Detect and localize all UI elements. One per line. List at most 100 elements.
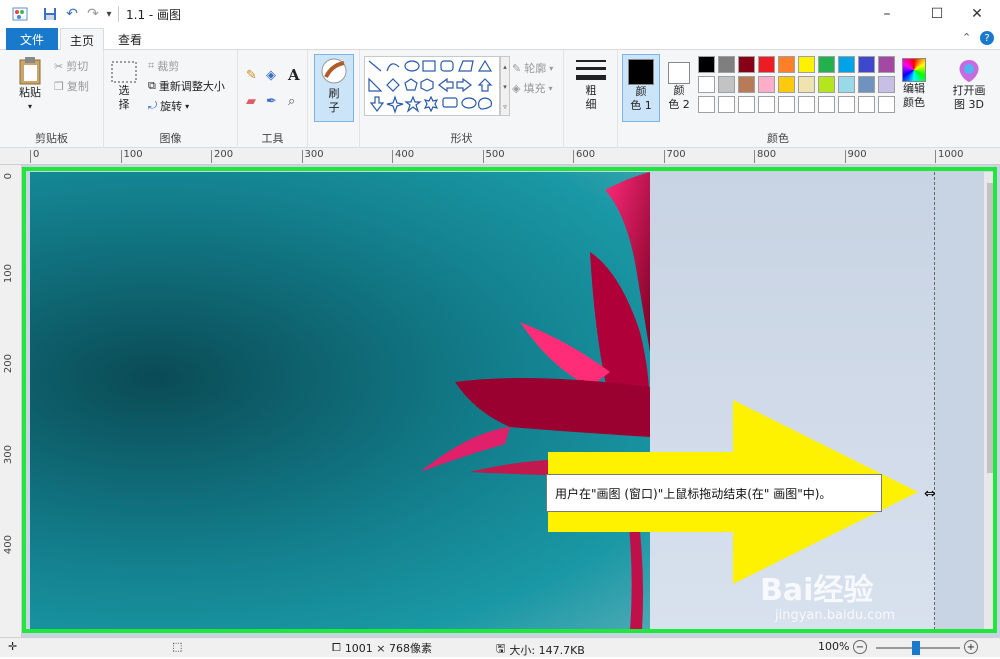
color-swatch[interactable] [818, 56, 835, 73]
paste-label: 粘贴 [19, 86, 41, 99]
zoom-level: 100% [818, 640, 850, 653]
color-swatch[interactable] [738, 56, 755, 73]
pencil-icon[interactable]: ✎ [246, 68, 257, 83]
cursor-position-icon: ✛ [8, 640, 18, 653]
group-brush: 刷 子 [308, 50, 360, 148]
copy-button[interactable]: ❐ 复制 [54, 78, 89, 94]
color-swatch[interactable] [778, 76, 795, 93]
color-swatch[interactable] [738, 76, 755, 93]
color-picker-icon[interactable]: ✒ [266, 94, 277, 109]
vertical-scrollbar-thumb[interactable] [987, 183, 996, 473]
color-swatch[interactable] [698, 56, 715, 73]
color-swatch[interactable] [758, 76, 775, 93]
color-swatch[interactable] [878, 96, 895, 113]
outline-button[interactable]: ✎ 轮廓 ▾ [512, 60, 553, 76]
select-button[interactable]: 选 择 [108, 60, 140, 112]
color2-button[interactable]: 颜 色 2 [664, 54, 694, 112]
undo-icon[interactable]: ↶ [62, 5, 82, 23]
image-dimensions-text: 1001 × 768像素 [344, 642, 433, 655]
redo-icon[interactable]: ↷ [84, 5, 102, 23]
select-label-1: 选 [118, 84, 130, 97]
group-clipboard: 粘贴 ▾ ✂ 剪切 ❐ 复制 剪贴板 [0, 50, 104, 148]
brush-icon [321, 58, 347, 84]
ribbon: 粘贴 ▾ ✂ 剪切 ❐ 复制 剪贴板 选 择 ⌗ 裁剪 ⧉ 重新调整大小 ⤾ 旋… [0, 50, 1000, 148]
color-swatch[interactable] [698, 76, 715, 93]
ruler-tick: 100 [3, 263, 14, 283]
rotate-button[interactable]: ⤾ 旋转 ▾ [148, 98, 189, 114]
color-swatch[interactable] [758, 96, 775, 113]
paint3d-label-1: 打开画 [952, 84, 986, 97]
shapes-icons [368, 59, 493, 114]
file-size: 🖫 大小: 147.7KB [496, 640, 585, 659]
ruler-tick: 400 [3, 535, 14, 555]
color-swatch[interactable] [818, 76, 835, 93]
magnifier-icon[interactable]: ⌕ [288, 94, 295, 109]
zoom-in-button[interactable]: + [964, 640, 978, 654]
color-swatch[interactable] [838, 96, 855, 113]
fill-button[interactable]: ◈ 填充 ▾ [512, 80, 552, 96]
action-tooltip: 用户在"画图 (窗口)"上鼠标拖动结束(在" 画图"中)。 [546, 474, 882, 512]
zoom-out-button[interactable]: − [853, 640, 867, 654]
cut-button[interactable]: ✂ 剪切 [54, 58, 88, 74]
color-swatch[interactable] [758, 56, 775, 73]
open-paint3d-button[interactable]: 打开画 图 3D [944, 58, 994, 112]
window-title: 1.1 - 画图 [126, 8, 182, 22]
color-swatch[interactable] [878, 76, 895, 93]
color-swatch[interactable] [858, 76, 875, 93]
color-swatch[interactable] [778, 96, 795, 113]
paste-button[interactable]: 粘贴 ▾ [12, 56, 48, 114]
minimize-button[interactable]: – [864, 0, 910, 28]
tab-file[interactable]: 文件 [6, 28, 58, 50]
color-swatch[interactable] [718, 96, 735, 113]
eraser-icon[interactable]: ▰ [246, 94, 256, 109]
resize-button[interactable]: ⧉ 重新调整大小 [148, 78, 225, 94]
help-icon[interactable]: ? [980, 31, 994, 45]
color-swatch[interactable] [738, 96, 755, 113]
color-swatch[interactable] [858, 56, 875, 73]
color-swatch[interactable] [858, 96, 875, 113]
shapes-group-label: 形状 [450, 132, 473, 145]
select-rect-icon [111, 61, 137, 83]
color-swatch[interactable] [798, 96, 815, 113]
tab-home[interactable]: 主页 [60, 28, 104, 51]
zoom-slider-thumb[interactable] [912, 641, 920, 655]
color-swatch[interactable] [878, 56, 895, 73]
color-swatch[interactable] [798, 56, 815, 73]
brush-button[interactable]: 刷 子 [314, 54, 354, 122]
collapse-ribbon-icon[interactable]: ⌃ [962, 31, 971, 44]
color-swatch[interactable] [778, 56, 795, 73]
tab-view[interactable]: 查看 [108, 28, 152, 50]
ruler-tick: 900 [844, 150, 867, 163]
color1-swatch [628, 59, 654, 85]
edit-colors-button[interactable]: 编辑 颜色 [898, 58, 930, 110]
customize-quick-access-icon[interactable]: ▾ [102, 5, 116, 23]
selection-size-icon: ⬚ [172, 640, 183, 653]
ruler-tick: 600 [573, 150, 595, 163]
save-icon[interactable] [40, 5, 60, 23]
crop-button[interactable]: ⌗ 裁剪 [148, 58, 179, 74]
color1-label-2: 色 1 [630, 99, 652, 112]
outline-label: 轮廓 [524, 62, 547, 75]
edit-colors-icon [902, 58, 926, 82]
vertical-ruler: 0 100 200 300 400 [0, 165, 22, 637]
color-swatch[interactable] [718, 76, 735, 93]
color-swatch[interactable] [838, 56, 855, 73]
clipboard-group-label: 剪贴板 [35, 132, 68, 145]
shapes-scroll[interactable]: ▴ ▾ ▿ [500, 56, 510, 116]
color-swatch[interactable] [718, 56, 735, 73]
fill-bucket-icon[interactable]: ◈ [266, 68, 276, 83]
paint-app-icon[interactable] [10, 5, 30, 23]
image-group-label: 图像 [159, 132, 182, 145]
size-button[interactable]: 粗 细 [572, 58, 610, 112]
color-swatch[interactable] [798, 76, 815, 93]
close-button[interactable]: ✕ [954, 0, 1000, 28]
color1-button[interactable]: 颜 色 1 [622, 54, 660, 122]
text-tool-icon[interactable]: A [288, 66, 300, 84]
ruler-tick: 500 [482, 150, 505, 163]
color-swatch[interactable] [838, 76, 855, 93]
color2-label-2: 色 2 [668, 98, 690, 111]
shapes-gallery[interactable] [364, 56, 500, 116]
color-swatch[interactable] [818, 96, 835, 113]
crop-label: 裁剪 [157, 60, 180, 73]
color-swatch[interactable] [698, 96, 715, 113]
